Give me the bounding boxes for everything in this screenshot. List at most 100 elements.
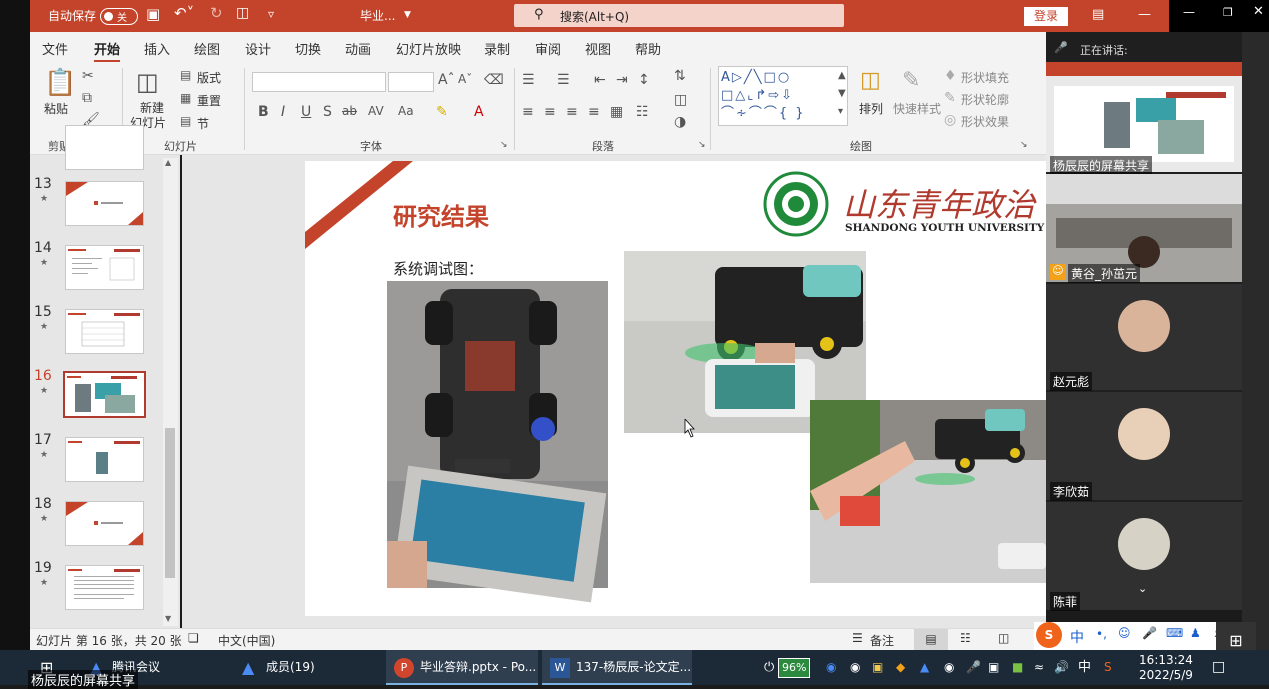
scroll-up-icon[interactable]: ▲ (165, 158, 171, 167)
shape-outline-icon[interactable]: ✎ (944, 90, 956, 106)
participant-tile[interactable]: ☺ 黄谷_孙茁元 (1046, 174, 1242, 283)
arrange-icon[interactable]: ◫ (860, 68, 881, 93)
tab-animations[interactable]: 动画 (345, 39, 371, 58)
scroll-down-icon[interactable]: ▼ (165, 614, 171, 623)
align-right-icon[interactable]: ≡ (566, 104, 578, 120)
undo-icon[interactable]: ↶˅ (174, 4, 194, 22)
punctuation-icon[interactable]: •, (1096, 627, 1107, 641)
clock[interactable]: 16:13:24 2022/5/9 (1135, 653, 1197, 683)
font-launcher-icon[interactable]: ↘ (500, 140, 508, 150)
taskbar-item-word[interactable]: W 137-杨辰辰-论文定... (542, 650, 692, 685)
close-window-icon[interactable]: ✕ (1253, 4, 1264, 19)
notifications-icon[interactable]: □ (1212, 650, 1225, 685)
participant-tile[interactable]: 杨辰辰的屏幕共享 (1046, 62, 1242, 175)
minimize-icon[interactable]: — (1138, 7, 1151, 22)
reading-view-icon[interactable]: ◫ (998, 631, 1009, 645)
doc-name-chevron-icon[interactable]: ▼ (404, 10, 411, 20)
text-direction-icon[interactable]: ⇅ (674, 68, 686, 84)
layout-icon[interactable]: ▤ (180, 68, 191, 82)
tray-icon[interactable]: ◉ (850, 650, 860, 685)
user-center-icon[interactable]: ♟ (1190, 626, 1201, 640)
columns-icon[interactable]: ☷ (636, 104, 649, 120)
gallery-down-icon[interactable]: ▼ (838, 88, 846, 99)
cut-icon[interactable]: ✂ (82, 68, 94, 84)
participant-tile[interactable]: 赵元彪 (1046, 284, 1242, 391)
section-icon[interactable]: ▤ (180, 114, 191, 128)
char-spacing-icon[interactable]: AV (368, 104, 384, 118)
scrollbar-thumb[interactable] (165, 428, 175, 578)
slide-sorter-icon[interactable]: ☷ (960, 631, 971, 645)
tray-meeting-icon[interactable]: ▲ (920, 650, 929, 685)
smartart-icon[interactable]: ◑ (674, 114, 686, 130)
tab-home[interactable]: 开始 (94, 39, 121, 62)
change-case-icon[interactable]: Aa (398, 104, 414, 118)
notes-icon[interactable]: ☰ (852, 631, 863, 645)
tray-nvidia-icon[interactable]: ■ (1012, 650, 1023, 685)
slide-thumbnail[interactable] (65, 501, 144, 546)
tab-view[interactable]: 视图 (585, 39, 611, 58)
slide-thumbnail[interactable] (65, 125, 144, 170)
arrange-button[interactable]: 排列 (859, 100, 883, 117)
align-left-icon[interactable]: ≡ (522, 104, 534, 120)
paragraph-launcher-icon[interactable]: ↘ (698, 140, 706, 150)
tab-draw[interactable]: 绘图 (194, 39, 220, 58)
battery-indicator[interactable]: 96% (778, 658, 811, 678)
drawing-launcher-icon[interactable]: ↘ (1020, 140, 1028, 150)
taskbar-item[interactable]: ▲ 成员(19) (238, 650, 368, 685)
shapes-gallery[interactable]: A▷╱╲□○ □△⌞↱⇨⇩ ⌒∻⌒⌒{ } (718, 66, 848, 126)
font-color-icon[interactable]: A (474, 104, 484, 120)
search-box[interactable]: ⚲ 搜索(Alt+Q) (514, 4, 844, 27)
minimize-window-icon[interactable]: — (1183, 5, 1195, 19)
tab-slideshow[interactable]: 幻灯片放映 (396, 39, 461, 58)
copy-icon[interactable]: ⧉ (82, 90, 92, 106)
document-name[interactable]: 毕业... (360, 7, 395, 24)
font-size-select[interactable] (388, 72, 434, 92)
gallery-up-icon[interactable]: ▲ (838, 70, 846, 81)
reset-icon[interactable]: ▦ (180, 91, 191, 105)
shape-effects-button[interactable]: 形状效果 (961, 113, 1009, 130)
redo-icon[interactable]: ↻ (210, 4, 223, 22)
slide-subtitle[interactable]: 系统调试图： (393, 258, 483, 279)
sogou-icon[interactable]: S (1036, 622, 1062, 648)
voice-icon[interactable]: 🎤 (1142, 626, 1157, 640)
language-indicator[interactable]: 中文(中国) (218, 632, 275, 649)
normal-view-icon[interactable]: ▤ (914, 629, 948, 650)
justify-icon[interactable]: ≡ (588, 104, 600, 120)
participant-tile[interactable]: 李欣茹 (1046, 392, 1242, 501)
tab-design[interactable]: 设计 (245, 39, 271, 58)
reset-button[interactable]: 重置 (197, 92, 221, 109)
quick-styles-button[interactable]: 快速样式 (893, 100, 941, 117)
chevron-down-icon[interactable]: ⌄ (1138, 582, 1147, 595)
strikethrough-icon[interactable]: ab (342, 104, 357, 118)
bold-icon[interactable]: B (258, 104, 269, 120)
shape-fill-icon[interactable]: ♦ (944, 68, 957, 84)
tab-transitions[interactable]: 切换 (295, 39, 321, 58)
slide-thumbnail[interactable] (65, 309, 144, 354)
tab-help[interactable]: 帮助 (635, 39, 661, 58)
tab-record[interactable]: 录制 (484, 39, 510, 58)
taskbar-item-powerpoint[interactable]: P 毕业答辩.pptx - Po... (386, 650, 538, 685)
numbering-icon[interactable]: ☰ (557, 72, 570, 88)
tray-icon[interactable]: ◉ (826, 650, 836, 685)
layout-button[interactable]: 版式 (197, 69, 221, 86)
tray-shield-icon[interactable]: ◆ (896, 650, 905, 685)
font-name-select[interactable] (252, 72, 386, 92)
accessibility-icon[interactable]: ❏ (188, 631, 199, 645)
line-spacing-icon[interactable]: ↕ (638, 72, 650, 88)
gallery-more-icon[interactable]: ▾ (838, 106, 843, 117)
align-center-icon[interactable]: ≡ (544, 104, 556, 120)
highlight-icon[interactable]: ✎ (436, 104, 448, 120)
emoji-icon[interactable]: ☺ (1118, 626, 1131, 640)
bullets-icon[interactable]: ☰ (522, 72, 535, 88)
tab-file[interactable]: 文件 (42, 39, 68, 58)
keyboard-icon[interactable]: ⌨ (1166, 626, 1183, 640)
tray-icon[interactable]: ▣ (988, 650, 999, 685)
ribbon-display-icon[interactable]: ▤ (1092, 7, 1104, 22)
shape-fill-button[interactable]: 形状填充 (961, 69, 1009, 86)
quick-styles-icon[interactable]: ✎ (902, 68, 920, 93)
sogou-tray-icon[interactable]: S (1104, 650, 1112, 685)
thumbnail-scrollbar[interactable]: ▲ ▼ (163, 158, 178, 626)
grow-font-icon[interactable]: Aˆ (438, 72, 455, 88)
section-button[interactable]: 节 (197, 115, 209, 132)
paste-icon[interactable]: 📋 (44, 68, 76, 98)
